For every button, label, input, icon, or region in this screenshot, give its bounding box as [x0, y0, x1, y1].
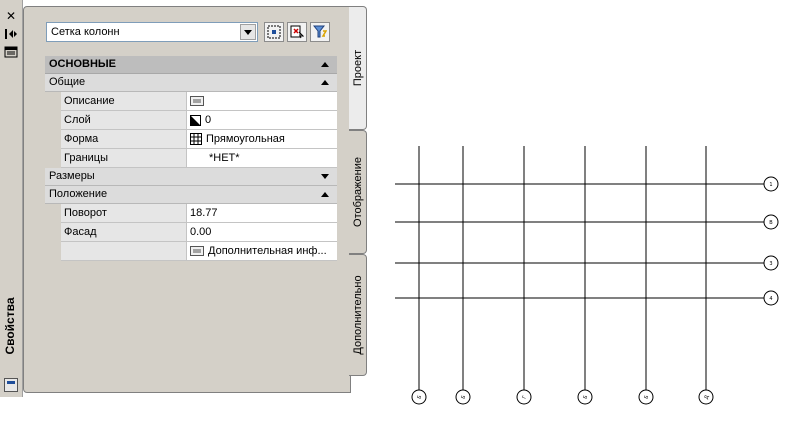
- palette-strip: ✕ Свойства: [0, 0, 23, 397]
- property-label: Поворот: [61, 204, 187, 222]
- object-type-value: Сетка колонн: [51, 26, 120, 38]
- select-objects-button[interactable]: [287, 22, 307, 42]
- property-row-rotation[interactable]: Поворот 18.77: [61, 204, 337, 223]
- palette-title: Свойства: [3, 297, 17, 355]
- group-location-label: Положение: [49, 188, 108, 200]
- property-row-additional[interactable]: Дополнительная инф...: [61, 242, 337, 261]
- group-indent: [45, 204, 61, 261]
- group-dimensions-label: Размеры: [49, 170, 95, 182]
- group-general[interactable]: Общие: [45, 74, 337, 92]
- description-icon: [190, 96, 204, 107]
- selection-toolbar: Сетка колонн: [46, 22, 346, 44]
- property-value[interactable]: *НЕТ*: [187, 149, 337, 167]
- grid-line-column: Б: [411, 146, 427, 405]
- chevron-down-icon[interactable]: [240, 24, 256, 40]
- grid-line-column: Б: [638, 146, 654, 405]
- tab-design-label: Проект: [351, 49, 364, 87]
- auto-hide-icon[interactable]: [4, 28, 18, 40]
- tab-display-label: Отображение: [351, 157, 364, 227]
- grid-bubble-label: 4: [769, 296, 772, 302]
- group-dimensions[interactable]: Размеры: [45, 168, 337, 186]
- grid-line-column: Б: [455, 146, 471, 405]
- quick-select-button[interactable]: [310, 22, 330, 42]
- tab-extended[interactable]: Дополнительно: [349, 254, 367, 376]
- tab-design[interactable]: Проект: [349, 6, 367, 130]
- additional-info-icon: [190, 246, 204, 257]
- group-location[interactable]: Положение: [45, 186, 337, 204]
- tab-extended-label: Дополнительно: [351, 275, 364, 355]
- properties-menu-icon[interactable]: [4, 46, 18, 58]
- property-row-shape[interactable]: Форма Прямоугольная: [61, 130, 337, 149]
- grid-line-row: 4: [395, 290, 779, 306]
- property-label: Слой: [61, 111, 187, 129]
- section-main[interactable]: ОСНОВНЫЕ: [45, 56, 337, 74]
- collapse-icon[interactable]: [321, 62, 329, 67]
- grid-line-row: 1: [395, 176, 779, 192]
- grid-shape-icon: [190, 133, 202, 146]
- property-value[interactable]: [187, 92, 337, 110]
- grid-line-row: В: [395, 214, 779, 230]
- property-value[interactable]: Дополнительная инф...: [187, 242, 337, 260]
- property-row-description[interactable]: Описание: [61, 92, 337, 111]
- toggle-pickadd-icon: [267, 25, 281, 39]
- property-label: Описание: [61, 92, 187, 110]
- grid-line-column: Д: [698, 146, 714, 405]
- quick-select-icon: [313, 25, 327, 38]
- toggle-pickadd-button[interactable]: [264, 22, 284, 42]
- grid-bubble-label: 1: [769, 182, 772, 188]
- property-label: Границы: [61, 149, 187, 167]
- grid-line-column: Б: [577, 146, 593, 405]
- column-grid-drawing: 1В34 ББГББД: [395, 146, 779, 405]
- grid-bubble-label: 3: [769, 261, 772, 267]
- close-icon[interactable]: ✕: [4, 10, 18, 22]
- properties-panel: Сетка колонн ОСНОВНЫЕ Общие Описание Сло…: [23, 6, 351, 393]
- collapse-icon[interactable]: [321, 80, 329, 85]
- property-value[interactable]: Прямоугольная: [187, 130, 337, 148]
- property-row-layer[interactable]: Слой 0: [61, 111, 337, 130]
- object-type-select[interactable]: Сетка колонн: [46, 22, 258, 42]
- grid-bubble-label: В: [769, 220, 773, 226]
- group-indent: [45, 92, 61, 168]
- group-general-label: Общие: [49, 76, 86, 88]
- grid-line-column: Г: [516, 146, 532, 405]
- property-value[interactable]: 18.77: [187, 204, 337, 222]
- expand-icon[interactable]: [321, 174, 329, 179]
- grid-line-row: 3: [395, 255, 779, 271]
- select-objects-icon: [290, 25, 304, 39]
- property-value[interactable]: 0.00: [187, 223, 337, 241]
- property-label: Форма: [61, 130, 187, 148]
- layer-icon: [190, 114, 201, 126]
- section-main-label: ОСНОВНЫЕ: [49, 58, 116, 70]
- property-row-boundary[interactable]: Границы *НЕТ*: [61, 149, 337, 168]
- properties-small-icon[interactable]: [4, 378, 18, 392]
- property-row-elevation[interactable]: Фасад 0.00: [61, 223, 337, 242]
- property-label: [61, 242, 187, 260]
- tab-display[interactable]: Отображение: [349, 130, 367, 254]
- property-label: Фасад: [61, 223, 187, 241]
- property-value[interactable]: 0: [187, 111, 337, 129]
- property-grid: ОСНОВНЫЕ Общие Описание Слой 0 Форма Пря…: [45, 56, 337, 261]
- collapse-icon[interactable]: [321, 192, 329, 197]
